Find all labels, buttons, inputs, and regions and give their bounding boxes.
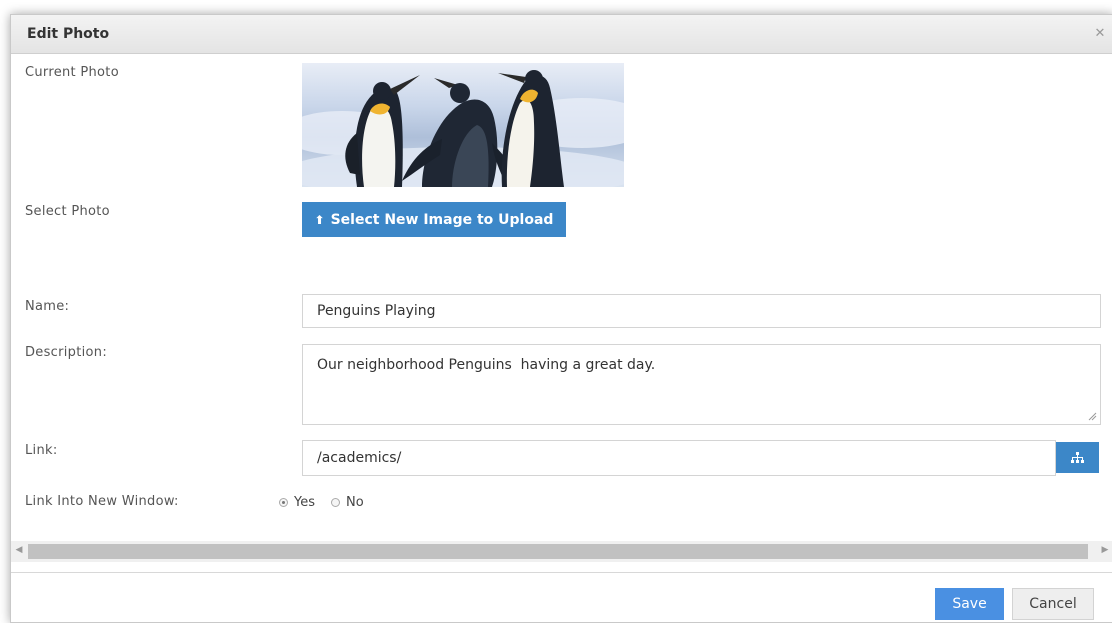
- scroll-left-icon[interactable]: ◀: [11, 545, 27, 555]
- cancel-button[interactable]: Cancel: [1012, 588, 1094, 620]
- radio-yes[interactable]: [279, 498, 288, 507]
- edit-photo-dialog: Edit Photo ✕ Current Photo Select Photo …: [10, 14, 1112, 623]
- horizontal-scrollbar[interactable]: ◀ ▶: [11, 541, 1112, 562]
- select-new-image-button[interactable]: ⬆ Select New Image to Upload: [302, 202, 566, 237]
- radio-no[interactable]: [331, 498, 340, 507]
- sitemap-icon: [1071, 452, 1084, 463]
- footer-divider: [11, 572, 1112, 573]
- description-label: Description:: [25, 345, 108, 360]
- current-photo-label: Current Photo: [25, 65, 119, 80]
- resize-handle-icon[interactable]: [1087, 411, 1097, 421]
- name-value: Penguins Playing: [317, 303, 436, 319]
- description-value: Our neighborhood Penguins having a great…: [317, 357, 656, 373]
- description-textarea[interactable]: Our neighborhood Penguins having a great…: [302, 344, 1101, 425]
- name-label: Name:: [25, 299, 70, 314]
- penguins-illustration: [302, 70, 624, 187]
- link-new-window-label: Link Into New Window:: [25, 494, 179, 509]
- dialog-title: Edit Photo: [27, 26, 110, 42]
- browse-link-button[interactable]: [1056, 442, 1099, 473]
- select-photo-label: Select Photo: [25, 204, 110, 219]
- save-button[interactable]: Save: [935, 588, 1004, 620]
- dialog-titlebar: Edit Photo ✕: [11, 15, 1112, 54]
- name-input[interactable]: Penguins Playing: [302, 294, 1101, 328]
- current-photo-image: [302, 63, 624, 187]
- link-value: /academics/: [317, 450, 402, 466]
- link-new-window-options: Yes No: [279, 495, 364, 510]
- link-label: Link:: [25, 443, 58, 458]
- upload-icon: ⬆: [314, 212, 325, 227]
- radio-no-label: No: [346, 495, 364, 510]
- link-input[interactable]: /academics/: [302, 440, 1056, 476]
- close-icon[interactable]: ✕: [1093, 27, 1107, 41]
- select-new-image-label: Select New Image to Upload: [330, 211, 554, 228]
- scrollbar-thumb[interactable]: [28, 544, 1088, 559]
- radio-yes-label: Yes: [294, 495, 315, 510]
- scroll-right-icon[interactable]: ▶: [1097, 545, 1112, 555]
